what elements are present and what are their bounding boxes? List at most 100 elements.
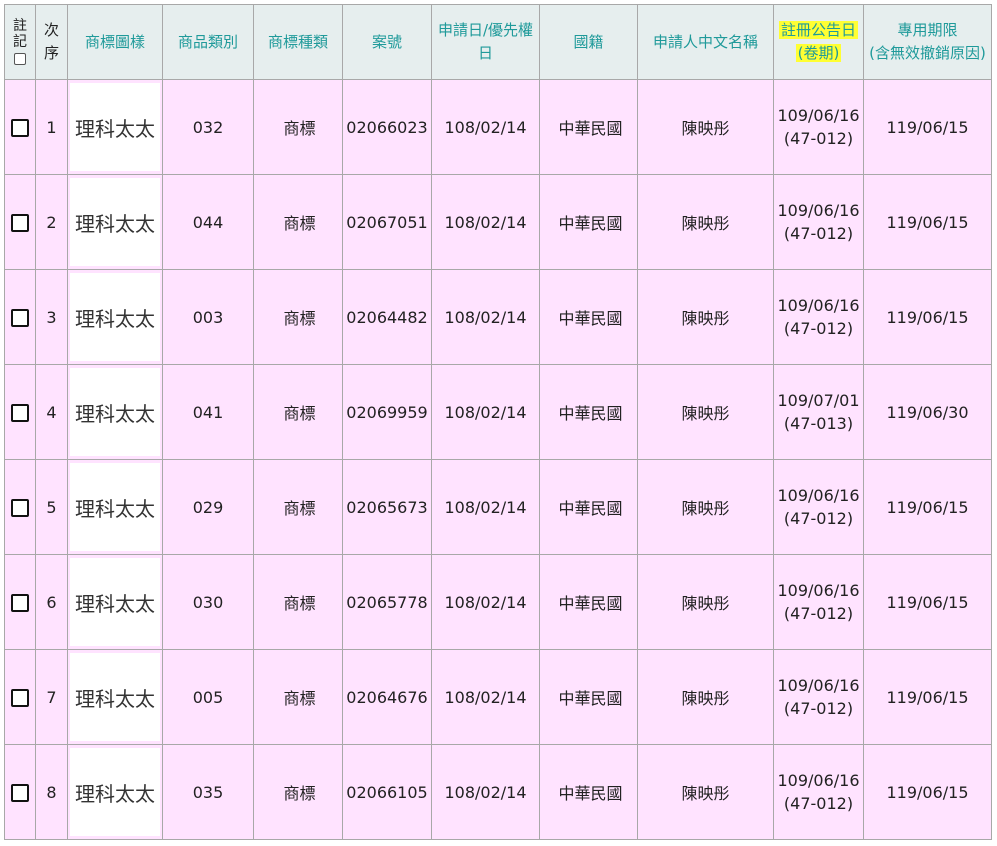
- trademark-logo-image[interactable]: 理科太太: [70, 178, 160, 266]
- row-goods-class: 032: [162, 79, 254, 175]
- header-mark-line1: 註: [13, 18, 27, 34]
- row-goods-class: 044: [162, 174, 254, 270]
- row-applicant[interactable]: 陳映彤: [637, 744, 774, 840]
- row-term: 119/06/15: [863, 269, 992, 365]
- row-reg-pub: 109/06/16 (47-012): [773, 554, 864, 650]
- select-all-checkbox[interactable]: [14, 53, 26, 65]
- header-term-line1: 專用期限: [897, 21, 958, 39]
- header-term[interactable]: 專用期限 (含無效撤銷原因): [863, 4, 992, 80]
- row-goods-class: 005: [162, 649, 254, 745]
- row-logo-cell: 理科太太: [67, 364, 163, 460]
- trademark-logo-image[interactable]: 理科太太: [70, 83, 160, 171]
- row-reg-pub: 109/06/16 (47-012): [773, 459, 864, 555]
- row-mark-type: 商標: [253, 744, 343, 840]
- trademark-logo-image[interactable]: 理科太太: [70, 368, 160, 456]
- row-mark-cell: [4, 744, 36, 840]
- header-case-no[interactable]: 案號: [342, 4, 432, 80]
- row-applicant[interactable]: 陳映彤: [637, 269, 774, 365]
- row-applicant[interactable]: 陳映彤: [637, 174, 774, 270]
- row-seq: 3: [35, 269, 68, 365]
- row-case-no: 02066023: [342, 79, 432, 175]
- row-goods-class: 029: [162, 459, 254, 555]
- header-goods-class[interactable]: 商品類別: [162, 4, 254, 80]
- row-filing-date: 108/02/14: [431, 79, 540, 175]
- row-reg-pub: 109/06/16 (47-012): [773, 174, 864, 270]
- row-reg-pub: 109/06/16 (47-012): [773, 79, 864, 175]
- row-reg-date: 109/07/01: [777, 391, 860, 410]
- row-checkbox[interactable]: [11, 783, 29, 802]
- header-country[interactable]: 國籍: [539, 4, 638, 80]
- row-filing-date: 108/02/14: [431, 269, 540, 365]
- row-applicant[interactable]: 陳映彤: [637, 554, 774, 650]
- row-reg-pub: 109/06/16 (47-012): [773, 649, 864, 745]
- row-checkbox[interactable]: [11, 593, 29, 612]
- row-seq: 7: [35, 649, 68, 745]
- row-seq: 5: [35, 459, 68, 555]
- row-reg-pub: 109/06/16 (47-012): [773, 744, 864, 840]
- row-applicant[interactable]: 陳映彤: [637, 79, 774, 175]
- row-term: 119/06/30: [863, 364, 992, 460]
- trademark-logo-image[interactable]: 理科太太: [70, 273, 160, 361]
- row-goods-class: 035: [162, 744, 254, 840]
- header-reg-pub-date[interactable]: 註冊公告日 (卷期): [773, 4, 864, 80]
- header-seq-line2: 序: [43, 44, 59, 62]
- row-country: 中華民國: [539, 79, 638, 175]
- row-reg-date: 109/06/16: [777, 486, 860, 505]
- row-checkbox[interactable]: [11, 213, 29, 232]
- row-mark-type: 商標: [253, 269, 343, 365]
- table-body: 1 理科太太 032 商標 02066023 108/02/14 中華民國 陳映彤 109/06…: [4, 79, 992, 840]
- trademark-logo-image[interactable]: 理科太太: [70, 463, 160, 551]
- row-term: 119/06/15: [863, 649, 992, 745]
- row-filing-date: 108/02/14: [431, 364, 540, 460]
- row-logo-cell: 理科太太: [67, 269, 163, 365]
- row-reg-date: 109/06/16: [777, 201, 860, 220]
- row-case-no: 02065673: [342, 459, 432, 555]
- row-filing-date: 108/02/14: [431, 554, 540, 650]
- header-filing-date[interactable]: 申請日/優先權 日: [431, 4, 540, 80]
- row-checkbox[interactable]: [11, 688, 29, 707]
- header-mark-type[interactable]: 商標種類: [253, 4, 343, 80]
- row-filing-date: 108/02/14: [431, 744, 540, 840]
- row-country: 中華民國: [539, 554, 638, 650]
- row-reg-vol: (47-012): [783, 794, 854, 813]
- row-term: 119/06/15: [863, 554, 992, 650]
- row-reg-vol: (47-012): [783, 319, 854, 338]
- row-checkbox[interactable]: [11, 403, 29, 422]
- row-reg-pub: 109/06/16 (47-012): [773, 269, 864, 365]
- row-term: 119/06/15: [863, 459, 992, 555]
- header-mark-line2: 記: [13, 34, 27, 50]
- row-case-no: 02069959: [342, 364, 432, 460]
- row-mark-cell: [4, 174, 36, 270]
- header-applicant[interactable]: 申請人中文名稱: [637, 4, 774, 80]
- header-logo[interactable]: 商標圖樣: [67, 4, 163, 80]
- row-case-no: 02066105: [342, 744, 432, 840]
- row-applicant[interactable]: 陳映彤: [637, 649, 774, 745]
- row-case-no: 02064676: [342, 649, 432, 745]
- row-logo-cell: 理科太太: [67, 174, 163, 270]
- trademark-logo-image[interactable]: 理科太太: [70, 558, 160, 646]
- row-mark-type: 商標: [253, 174, 343, 270]
- trademark-logo-image[interactable]: 理科太太: [70, 653, 160, 741]
- row-mark-type: 商標: [253, 649, 343, 745]
- row-checkbox[interactable]: [11, 118, 29, 137]
- row-country: 中華民國: [539, 269, 638, 365]
- row-applicant[interactable]: 陳映彤: [637, 459, 774, 555]
- header-reg-pub-line1: 註冊公告日: [778, 21, 858, 39]
- header-mark: 註 記: [4, 4, 36, 80]
- row-country: 中華民國: [539, 174, 638, 270]
- row-mark-cell: [4, 649, 36, 745]
- row-filing-date: 108/02/14: [431, 649, 540, 745]
- row-applicant[interactable]: 陳映彤: [637, 364, 774, 460]
- header-term-line2: (含無效撤銷原因): [869, 44, 986, 62]
- row-goods-class: 003: [162, 269, 254, 365]
- row-checkbox[interactable]: [11, 498, 29, 517]
- row-filing-date: 108/02/14: [431, 174, 540, 270]
- row-goods-class: 030: [162, 554, 254, 650]
- row-checkbox[interactable]: [11, 308, 29, 327]
- row-reg-date: 109/06/16: [777, 106, 860, 125]
- row-mark-type: 商標: [253, 364, 343, 460]
- trademark-logo-image[interactable]: 理科太太: [70, 748, 160, 836]
- row-seq: 1: [35, 79, 68, 175]
- row-logo-cell: 理科太太: [67, 744, 163, 840]
- table-row: 1 理科太太 032 商標 02066023 108/02/14 中華民國 陳映彤 109/06…: [4, 79, 992, 175]
